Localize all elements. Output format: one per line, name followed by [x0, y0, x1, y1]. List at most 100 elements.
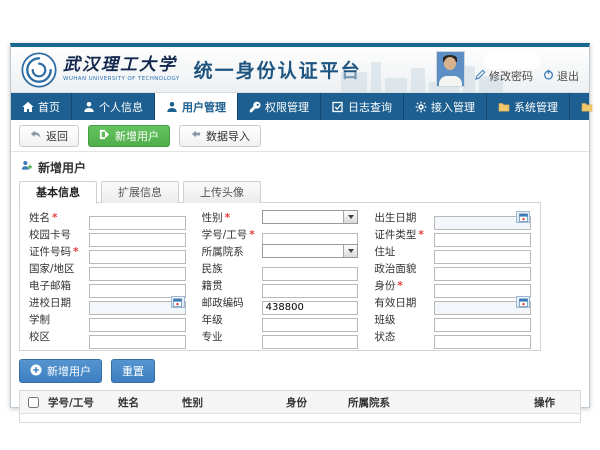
main-nav: 首页 个人信息 用户管理 权限管理 日志查询 接入管理 [11, 93, 589, 120]
power-icon [543, 69, 554, 83]
entry-date-picker-button[interactable] [171, 296, 185, 308]
field-label: 住址 [374, 246, 395, 258]
field-label: 校区 [29, 331, 50, 343]
col-name: 姓名 [116, 395, 180, 410]
submit-add-user-button[interactable]: 新增用户 [19, 359, 102, 383]
key-icon [249, 101, 261, 113]
field-label: 出生日期 [374, 212, 416, 224]
nav-tab-personal-info[interactable]: 个人信息 [72, 93, 155, 120]
tab-basic-info[interactable]: 基本信息 [19, 181, 97, 204]
form-grid: 姓名* 性别 * 出生日期 校园卡号 学号/工号* [20, 203, 540, 350]
form-field-entry-date: 进校日期 [29, 295, 186, 309]
nav-tab-access-management[interactable]: 接入管理 [404, 93, 487, 120]
user-icon [166, 101, 178, 113]
required-mark: * [418, 229, 424, 241]
nav-tab-subscription-management[interactable]: 订阅管理 [570, 93, 600, 120]
field-label: 进校日期 [29, 297, 71, 309]
nav-tab-label: 个人信息 [99, 99, 143, 115]
calendar-icon [519, 298, 528, 307]
reset-label: 重置 [122, 363, 144, 379]
logout-link[interactable]: 退出 [543, 68, 579, 84]
form-field-id-type: 证件类型* [374, 227, 531, 241]
basic-info-panel: 姓名* 性别 * 出生日期 校园卡号 学号/工号* [19, 202, 541, 351]
birthdate-picker-button[interactable] [516, 211, 530, 223]
form-field-country: 国家/地区 [29, 261, 186, 275]
tab-upload-avatar[interactable]: 上传头像 [183, 181, 261, 203]
data-import-label: 数据导入 [206, 128, 250, 144]
add-user-icon [21, 160, 33, 175]
nav-tab-label: 首页 [38, 99, 60, 115]
field-label: 学制 [29, 314, 50, 326]
department-select[interactable] [262, 244, 359, 258]
form-field-student-id: 学号/工号* [202, 227, 359, 241]
folder-icon [498, 101, 510, 113]
pencil-icon [475, 69, 486, 83]
folder-icon [581, 101, 593, 113]
nav-tab-system-management[interactable]: 系统管理 [487, 93, 570, 120]
university-name-cn: 武汉理工大学 [63, 57, 180, 74]
field-label: 证件类型 [374, 229, 416, 241]
valid-date-picker-button[interactable] [516, 296, 530, 308]
plus-circle-icon [30, 364, 42, 379]
form-field-postal-code: 邮政编码 [202, 295, 359, 309]
platform-title: 统一身份认证平台 [194, 56, 362, 83]
section-title-label: 新增用户 [38, 159, 86, 176]
field-label: 有效日期 [374, 297, 416, 309]
field-label: 性别 [202, 212, 223, 224]
export-icon [99, 129, 110, 143]
app-header: 武汉理工大学 WUHAN UNIVERSITY OF TECHNOLOGY 统一… [11, 47, 589, 93]
user-table: 学号/工号 姓名 性别 身份 所属院系 操作 [19, 390, 581, 423]
nav-tab-log-query[interactable]: 日志查询 [321, 93, 404, 120]
form-field-id-number: 证件号码* [29, 244, 186, 258]
change-password-link[interactable]: 修改密码 [475, 68, 533, 84]
app-window: 武汉理工大学 WUHAN UNIVERSITY OF TECHNOLOGY 统一… [10, 43, 590, 408]
nav-tab-permission-management[interactable]: 权限管理 [238, 93, 321, 120]
form-field-valid-date: 有效日期 [374, 295, 531, 309]
form-field-campus-card: 校园卡号 [29, 227, 186, 241]
user-table-header: 学号/工号 姓名 性别 身份 所属院系 操作 [20, 391, 580, 414]
field-label: 邮政编码 [202, 297, 244, 309]
calendar-icon [173, 298, 182, 307]
data-import-button[interactable]: 数据导入 [179, 125, 261, 147]
reset-button[interactable]: 重置 [111, 359, 155, 383]
status-input[interactable] [434, 335, 531, 349]
form-field-department: 所属院系 [202, 244, 359, 258]
nav-tab-home[interactable]: 首页 [11, 93, 72, 120]
nav-tab-user-management[interactable]: 用户管理 [155, 93, 238, 120]
nav-tab-label: 用户管理 [182, 99, 226, 115]
university-logo [21, 52, 57, 88]
new-user-button[interactable]: 新增用户 [88, 125, 170, 147]
gender-select[interactable] [262, 210, 359, 224]
form-field-schooling-length: 学制 [29, 312, 186, 326]
back-button[interactable]: 返回 [19, 125, 79, 147]
chevron-down-icon[interactable] [343, 211, 357, 223]
form-field-campus: 校区 [29, 329, 186, 343]
select-all-checkbox-cell [20, 397, 46, 408]
university-name-en: WUHAN UNIVERSITY OF TECHNOLOGY [63, 77, 180, 83]
logout-label: 退出 [557, 68, 579, 84]
col-department: 所属院系 [346, 395, 532, 410]
form-field-native-place: 籍贯 [202, 278, 359, 292]
campus-input[interactable] [89, 335, 186, 349]
submit-add-user-label: 新增用户 [47, 363, 91, 379]
nav-tab-label: 权限管理 [265, 99, 309, 115]
form-field-class: 班级 [374, 312, 531, 326]
home-icon [22, 101, 34, 113]
field-label: 电子邮箱 [29, 280, 71, 292]
calendar-icon [519, 213, 528, 222]
form-actions: 新增用户 重置 [19, 351, 581, 390]
form-field-major: 专业 [202, 329, 359, 343]
chevron-down-icon[interactable] [343, 245, 357, 257]
user-icon [83, 101, 95, 113]
form-field-email: 电子邮箱 [29, 278, 186, 292]
field-label: 证件号码 [29, 246, 71, 258]
col-student-id: 学号/工号 [46, 395, 116, 410]
form-field-name: 姓名* [29, 210, 186, 224]
field-label: 政治面貌 [374, 263, 416, 275]
user-avatar[interactable] [436, 51, 465, 87]
new-user-label: 新增用户 [115, 128, 159, 144]
select-all-checkbox[interactable] [28, 397, 39, 408]
major-input[interactable] [262, 335, 359, 349]
tab-extended-info[interactable]: 扩展信息 [101, 181, 179, 203]
form-field-identity: 身份* [374, 278, 531, 292]
